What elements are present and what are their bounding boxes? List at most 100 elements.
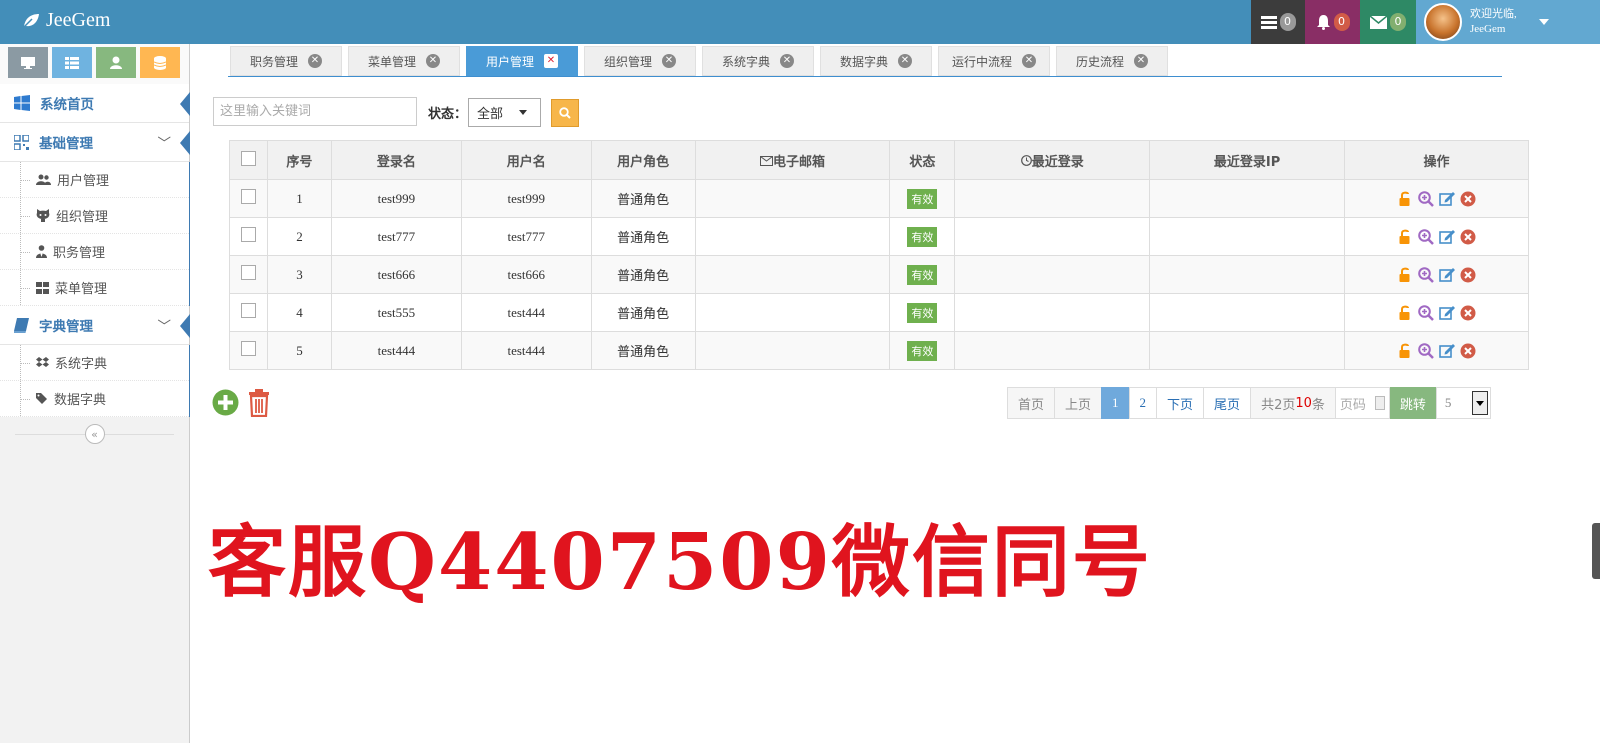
spinner-icon[interactable]	[1374, 396, 1385, 410]
table-row[interactable]: 2 test777 test777 普通角色 有效	[229, 217, 1529, 256]
close-icon[interactable]: ✕	[780, 54, 794, 68]
edit-icon[interactable]	[1438, 342, 1456, 359]
jump-button[interactable]: 跳转	[1388, 387, 1437, 419]
tab-data-dict[interactable]: 数据字典 ✕	[820, 46, 932, 76]
shortcut-database[interactable]	[140, 47, 180, 78]
delete-circle-icon[interactable]	[1460, 304, 1477, 321]
status-badge: 有效	[907, 302, 938, 323]
scroll-handle[interactable]	[1592, 523, 1600, 579]
sidebar-item-org[interactable]: 组织管理	[0, 198, 189, 234]
table-row[interactable]: 1 test999 test999 普通角色 有效	[229, 179, 1529, 218]
zoom-in-icon[interactable]	[1418, 266, 1435, 283]
edit-icon[interactable]	[1438, 228, 1456, 245]
unlock-icon[interactable]	[1397, 228, 1414, 245]
next-page-button[interactable]: 下页	[1156, 387, 1205, 419]
table-row[interactable]: 4 test555 test444 普通角色 有效	[229, 293, 1529, 332]
page-size-select[interactable]: 5	[1435, 387, 1491, 419]
row-checkbox[interactable]	[240, 303, 256, 318]
edit-icon[interactable]	[1438, 304, 1456, 321]
close-icon[interactable]: ✕	[544, 54, 558, 68]
messages-button[interactable]: 0	[1360, 0, 1416, 44]
close-icon[interactable]: ✕	[426, 54, 440, 68]
edit-icon[interactable]	[1438, 266, 1456, 283]
tab-history-flow[interactable]: 历史流程 ✕	[1056, 46, 1168, 76]
close-icon[interactable]: ✕	[1134, 54, 1148, 68]
delete-circle-icon[interactable]	[1460, 190, 1477, 207]
page-number-input[interactable]: 页码	[1334, 387, 1390, 419]
delete-circle-icon[interactable]	[1460, 266, 1477, 283]
last-page-button[interactable]: 尾页	[1203, 387, 1252, 419]
tab-system-dict[interactable]: 系统字典 ✕	[702, 46, 814, 76]
tasks-button[interactable]: 0	[1251, 0, 1305, 44]
col-header[interactable]: 最近登录IP	[1149, 140, 1346, 180]
shortcut-user[interactable]	[96, 47, 136, 78]
tab-users[interactable]: 用户管理 ✕	[466, 46, 578, 76]
menu-home[interactable]: 系统首页	[0, 84, 190, 123]
user-menu[interactable]: 欢迎光临, JeeGem	[1416, 0, 1600, 44]
double-chevron-left-icon[interactable]: «	[84, 424, 105, 444]
sidebar-item-users[interactable]: 用户管理	[0, 162, 189, 198]
sidebar-item-position[interactable]: 职务管理	[0, 234, 189, 270]
unlock-icon[interactable]	[1397, 304, 1414, 321]
search-button[interactable]	[551, 99, 579, 127]
col-header[interactable]: 序号	[266, 140, 332, 180]
zoom-in-icon[interactable]	[1418, 228, 1435, 245]
col-header[interactable]: 登录名	[330, 140, 462, 180]
col-header-last-login[interactable]: 最近登录	[954, 140, 1151, 180]
first-page-button[interactable]: 首页	[1007, 387, 1056, 419]
table-row[interactable]: 3 test666 test666 普通角色 有效	[229, 255, 1529, 294]
book-icon	[14, 317, 29, 333]
col-header[interactable]: 用户名	[460, 140, 592, 180]
col-header[interactable]: 用户角色	[590, 140, 696, 180]
row-checkbox[interactable]	[240, 341, 256, 356]
sidebar-item-data-dict[interactable]: 数据字典	[0, 381, 189, 417]
row-checkbox[interactable]	[240, 189, 256, 204]
brand[interactable]: JeeGem	[22, 9, 110, 32]
qrcode-icon	[14, 134, 29, 150]
col-header-email[interactable]: 电子邮箱	[694, 140, 891, 180]
sidebar-item-system-dict[interactable]: 系统字典	[0, 345, 189, 381]
grid-icon	[65, 56, 79, 69]
delete-circle-icon[interactable]	[1460, 342, 1477, 359]
sidebar-item-menu[interactable]: 菜单管理	[0, 270, 189, 306]
caret-down-icon	[1538, 19, 1549, 25]
close-icon[interactable]: ✕	[662, 54, 676, 68]
tab-menu[interactable]: 菜单管理 ✕	[348, 46, 460, 76]
close-icon[interactable]: ✕	[308, 54, 322, 68]
close-icon[interactable]: ✕	[898, 54, 912, 68]
tab-org[interactable]: 组织管理 ✕	[584, 46, 696, 76]
page-size-value: 5	[1444, 395, 1452, 410]
add-button[interactable]	[212, 389, 239, 421]
tab-position[interactable]: 职务管理 ✕	[230, 46, 342, 76]
table-row[interactable]: 5 test444 test444 普通角色 有效	[229, 331, 1529, 370]
shortcut-desktop[interactable]	[8, 47, 48, 78]
cell-last-ip	[1149, 293, 1346, 332]
prev-page-button[interactable]: 上页	[1054, 387, 1103, 419]
page-2-button[interactable]: 2	[1128, 387, 1158, 419]
zoom-in-icon[interactable]	[1418, 342, 1435, 359]
database-icon	[154, 55, 166, 70]
col-header[interactable]: 状态	[889, 140, 956, 180]
row-checkbox[interactable]	[240, 227, 256, 242]
zoom-in-icon[interactable]	[1418, 304, 1435, 321]
edit-icon[interactable]	[1438, 190, 1456, 207]
unlock-icon[interactable]	[1397, 190, 1414, 207]
search-input[interactable]	[213, 97, 417, 126]
status-select[interactable]: 全部	[468, 98, 541, 127]
delete-circle-icon[interactable]	[1460, 228, 1477, 245]
cell-no: 5	[266, 331, 332, 370]
shortcut-grid[interactable]	[52, 47, 92, 78]
close-icon[interactable]: ✕	[1022, 54, 1036, 68]
unlock-icon[interactable]	[1397, 266, 1414, 283]
row-select-cell	[229, 179, 268, 218]
zoom-in-icon[interactable]	[1418, 190, 1435, 207]
menu-basic[interactable]: 基础管理 ﹀	[0, 123, 190, 162]
row-checkbox[interactable]	[240, 265, 256, 280]
select-all-checkbox[interactable]	[240, 150, 256, 166]
menu-dict[interactable]: 字典管理 ﹀	[0, 306, 190, 345]
delete-button[interactable]	[247, 389, 271, 421]
tab-running-flow[interactable]: 运行中流程 ✕	[938, 46, 1050, 76]
unlock-icon[interactable]	[1397, 342, 1414, 359]
notifications-button[interactable]: 0	[1305, 0, 1360, 44]
page-1-button[interactable]: 1	[1101, 387, 1130, 419]
